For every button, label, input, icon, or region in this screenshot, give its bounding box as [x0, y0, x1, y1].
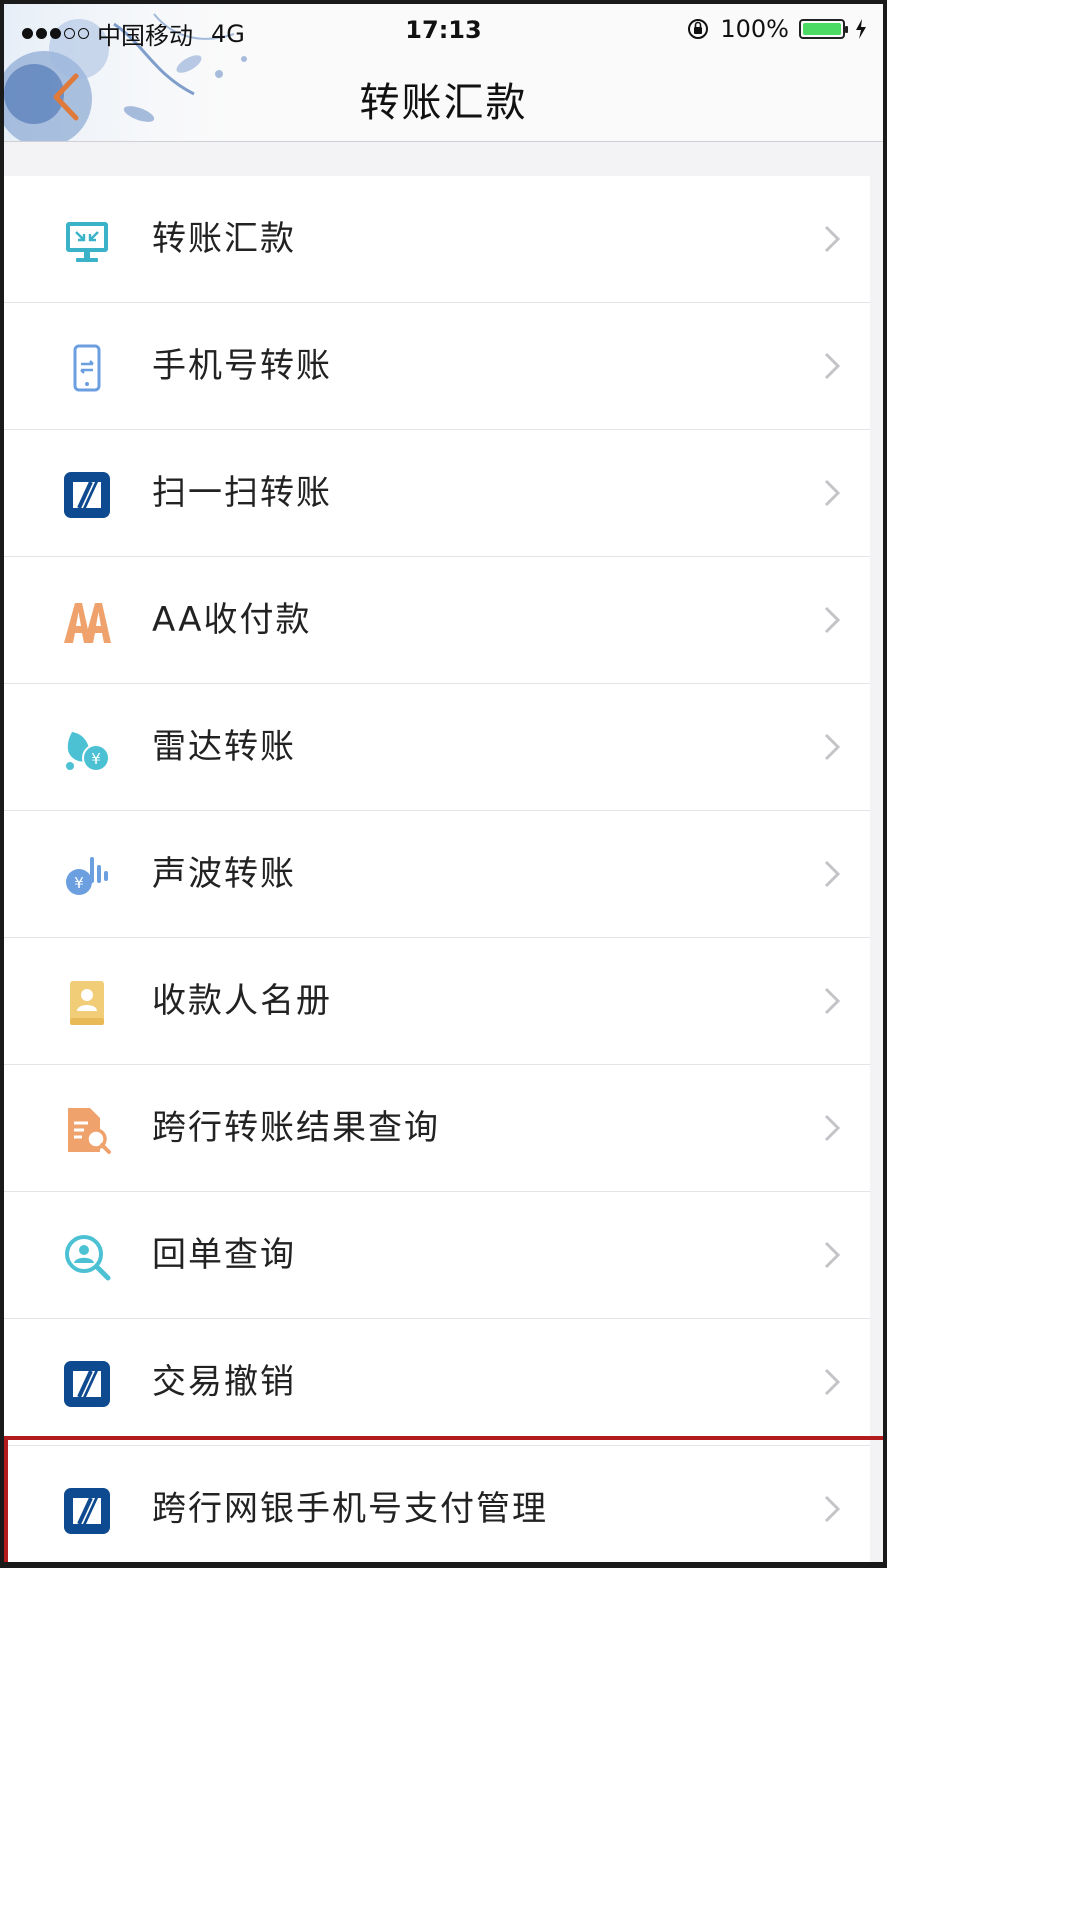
chevron-right-icon: [824, 860, 841, 888]
menu-item-transaction-cancel[interactable]: 交易撤销: [4, 1319, 870, 1446]
menu-item-label: 雷达转账: [152, 727, 296, 767]
menu-item-scan-transfer[interactable]: 扫一扫转账: [4, 430, 870, 557]
mobile-phone-icon: [73, 344, 101, 392]
chevron-right-icon: [824, 479, 841, 507]
transfer-menu-list: 转账汇款 手机号转账 扫一扫转账 AA收付款 ¥ 雷达转账 ¥ 声波转账 收款人…: [4, 176, 870, 1562]
svg-text:¥: ¥: [74, 874, 84, 892]
menu-item-label: 手机号转账: [152, 346, 332, 386]
menu-item-label: 声波转账: [152, 854, 296, 894]
chevron-right-icon: [824, 606, 841, 634]
charging-bolt-icon: [856, 19, 866, 39]
chevron-right-icon: [824, 352, 841, 380]
battery-percent: 100%: [720, 15, 789, 43]
menu-item-label: 跨行网银手机号支付管理: [152, 1489, 548, 1529]
menu-item-label: 收款人名册: [152, 981, 332, 1021]
battery-icon: [799, 19, 848, 39]
orientation-lock-icon: [688, 19, 709, 39]
status-bar: 中国移动 4G 17:13 100%: [4, 4, 883, 56]
menu-item-interbank-result-query[interactable]: 跨行转账结果查询: [4, 1065, 870, 1192]
menu-item-soundwave-transfer[interactable]: ¥ 声波转账: [4, 811, 870, 938]
bank-logo-icon: [64, 1488, 110, 1534]
menu-item-label: 跨行转账结果查询: [152, 1108, 440, 1148]
receipt-search-icon: [65, 1235, 111, 1281]
bank-logo-icon: [64, 472, 110, 518]
menu-item-label: AA收付款: [152, 600, 312, 640]
menu-item-mobile-transfer[interactable]: 手机号转账: [4, 303, 870, 430]
payee-book-icon: [70, 981, 104, 1025]
soundwave-icon: ¥: [66, 857, 108, 895]
svg-text:¥: ¥: [91, 750, 101, 768]
document-search-icon: [68, 1108, 111, 1154]
menu-item-payee-book[interactable]: 收款人名册: [4, 938, 870, 1065]
menu-item-radar-transfer[interactable]: ¥ 雷达转账: [4, 684, 870, 811]
menu-item-label: 转账汇款: [152, 219, 296, 259]
menu-item-label: 回单查询: [152, 1235, 296, 1275]
phone-screen: 中国移动 4G 17:13 100% 转账汇款 转账汇款 手机号转账 扫一扫转账…: [0, 0, 887, 1568]
chevron-right-icon: [824, 1241, 841, 1269]
menu-item-transfer[interactable]: 转账汇款: [4, 176, 870, 303]
bank-logo-icon: [64, 1361, 110, 1407]
chevron-right-icon: [824, 225, 841, 253]
page-title: 转账汇款: [359, 80, 528, 126]
header: 中国移动 4G 17:13 100% 转账汇款: [4, 4, 883, 142]
menu-item-interbank-mobile-payment-management[interactable]: 跨行网银手机号支付管理: [4, 1446, 870, 1562]
chevron-right-icon: [824, 987, 841, 1015]
transfer-screen-icon: [66, 222, 108, 262]
menu-item-aa-payment[interactable]: AA收付款: [4, 557, 870, 684]
chevron-right-icon: [824, 733, 841, 761]
menu-item-receipt-query[interactable]: 回单查询: [4, 1192, 870, 1319]
chevron-right-icon: [824, 1114, 841, 1142]
menu-item-label: 交易撤销: [152, 1362, 296, 1402]
chevron-right-icon: [824, 1495, 841, 1523]
battery-area: 100%: [686, 15, 867, 43]
aa-icon: [64, 603, 111, 643]
radar-icon: ¥: [66, 732, 110, 772]
menu-item-label: 扫一扫转账: [152, 473, 332, 513]
chevron-right-icon: [824, 1368, 841, 1396]
